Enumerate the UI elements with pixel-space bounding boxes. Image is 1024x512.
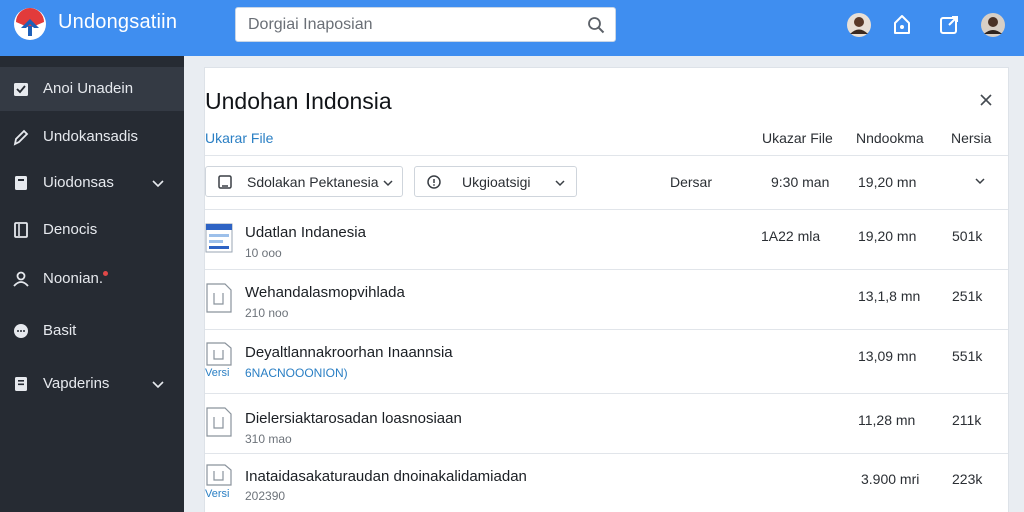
table-row[interactable]: Versi Deyaltlannakroorhan Inaannsia 6NAC… xyxy=(205,330,1008,393)
document-icon xyxy=(15,377,27,391)
filter-dropdown-2[interactable]: Ukgioatsigi xyxy=(414,166,577,197)
brand-logo[interactable] xyxy=(12,6,48,42)
app-title: Undongsatiin xyxy=(58,11,178,33)
column-header-date[interactable]: Nndookma xyxy=(856,130,924,146)
chevron-down-icon[interactable] xyxy=(151,377,165,391)
search-input[interactable] xyxy=(248,8,578,41)
file-name[interactable]: Udatlan Indanesia xyxy=(245,224,366,241)
filter-dropdown-1-label: Sdolakan Pektanesia xyxy=(247,174,379,190)
chevron-down-icon[interactable] xyxy=(151,176,165,190)
chevron-down-icon xyxy=(555,180,565,187)
column-header-file[interactable]: Ukarar File xyxy=(205,130,273,146)
table-row[interactable]: Dielersiaktarosadan loasnosiaan 310 mao … xyxy=(205,394,1008,453)
info-icon xyxy=(427,175,441,189)
close-icon[interactable] xyxy=(979,93,993,107)
file-date: 13,09 mn xyxy=(858,348,917,364)
sidebar-item-label: Uiodonsas xyxy=(43,174,114,191)
person-icon xyxy=(13,271,29,287)
header-divider xyxy=(205,155,1008,156)
document-file-icon xyxy=(206,407,232,437)
page-title: Undohan Indonsia xyxy=(205,88,392,114)
sidebar: Anoi Unadein Undokansadis Uiodonsas Deno… xyxy=(0,56,184,512)
file-size: 223k xyxy=(952,471,983,487)
file-date: 13,1,8 mn xyxy=(858,288,921,304)
sidebar-item-basit[interactable]: Basit xyxy=(0,309,184,353)
sidebar-item-label: Noonian. xyxy=(43,270,104,287)
sidebar-item-label: Undokansadis xyxy=(43,128,139,145)
box-check-icon xyxy=(14,83,28,96)
file-date: 3.900 mri xyxy=(861,471,920,487)
top-bar: Undongsatiin xyxy=(0,0,1024,56)
column-header-version[interactable]: Nersia xyxy=(951,130,991,146)
file-date: 11,28 mn xyxy=(858,412,916,428)
document-file-icon xyxy=(206,464,232,486)
sidebar-item-noonian[interactable]: Noonian. xyxy=(0,257,184,301)
version-tag: Versi xyxy=(205,367,230,379)
column-header-file-2[interactable]: Ukazar File xyxy=(762,130,833,146)
user-avatar[interactable] xyxy=(980,12,1006,38)
table-row[interactable]: Udatlan Indanesia 10 ooo 1A22 mla 19,20 … xyxy=(205,210,1008,270)
checkbox-icon[interactable] xyxy=(217,174,233,190)
sidebar-item-denocis[interactable]: Denocis xyxy=(0,208,184,252)
file-subtitle: 10 ooo xyxy=(245,246,282,260)
tag-icon[interactable] xyxy=(889,12,915,38)
search-box[interactable] xyxy=(235,7,616,42)
notification-dot xyxy=(103,271,108,276)
filter-label: Dersar xyxy=(670,174,713,190)
file-subtitle: 310 mao xyxy=(245,432,292,446)
file-subtitle: 210 noo xyxy=(245,306,289,320)
file-icon xyxy=(15,176,27,190)
sidebar-item-undokansadis[interactable]: Undokansadis xyxy=(0,115,184,159)
chevron-down-icon xyxy=(383,180,393,187)
sidebar-item-vapderins[interactable]: Vapderins xyxy=(0,362,184,406)
sidebar-item-uiodonsas[interactable]: Uiodonsas xyxy=(0,161,184,205)
sidebar-item-label: Vapderins xyxy=(43,375,110,392)
sidebar-item-label: Anoi Unadein xyxy=(43,80,134,97)
sidebar-item-label: Denocis xyxy=(43,221,98,238)
spreadsheet-file-icon xyxy=(205,223,233,253)
document-file-icon xyxy=(206,283,232,313)
sidebar-item-anoi-unadein[interactable]: Anoi Unadein xyxy=(0,67,184,111)
file-subtitle: 202390 xyxy=(245,489,286,503)
version-tag: Versi xyxy=(205,488,230,500)
sidebar-item-label: Basit xyxy=(43,322,77,339)
file-name[interactable]: Wehandalasmopvihlada xyxy=(245,284,405,301)
file-name[interactable]: Deyaltlannakroorhan Inaannsia xyxy=(245,344,453,361)
file-size: 251k xyxy=(952,288,983,304)
file-size: 501k xyxy=(952,228,983,244)
filter-time: 9:30 man xyxy=(771,174,830,190)
filter-dropdown-2-label: Ukgioatsigi xyxy=(462,174,531,190)
file-size: 211k xyxy=(952,412,982,428)
share-icon[interactable] xyxy=(936,12,962,38)
file-panel: Undohan Indonsia Ukarar File Ukazar File… xyxy=(205,68,1008,512)
file-modified: 1A22 mla xyxy=(761,228,821,244)
avatar-icon[interactable] xyxy=(846,12,872,38)
chat-icon xyxy=(14,324,28,338)
table-row[interactable]: Wehandalasmopvihlada 210 noo 13,1,8 mn 2… xyxy=(205,270,1008,330)
book-icon xyxy=(14,222,28,238)
pen-icon xyxy=(13,129,29,146)
file-name[interactable]: Dielersiaktarosadan loasnosiaan xyxy=(245,410,462,427)
chevron-down-icon[interactable] xyxy=(974,175,986,187)
file-size: 551k xyxy=(952,348,983,364)
file-name[interactable]: Inataidasakaturaudan dnoinakalidamiadan xyxy=(245,468,527,485)
file-date: 19,20 mn xyxy=(858,228,917,244)
filter-date: 19,20 mn xyxy=(858,174,917,190)
document-file-icon xyxy=(206,342,232,366)
file-subtitle[interactable]: 6NACNOOONION) xyxy=(245,366,348,380)
table-row[interactable]: Versi Inataidasakaturaudan dnoinakalidam… xyxy=(205,454,1008,512)
search-icon[interactable] xyxy=(587,16,605,34)
filter-dropdown-1[interactable]: Sdolakan Pektanesia xyxy=(205,166,403,197)
